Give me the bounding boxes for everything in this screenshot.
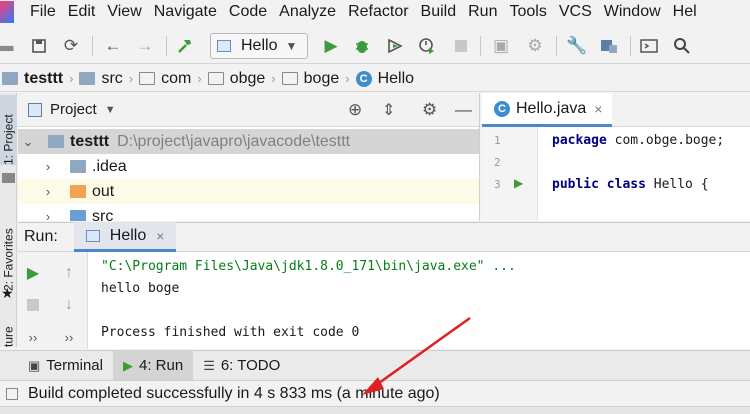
red-annotation-arrow (362, 316, 471, 395)
